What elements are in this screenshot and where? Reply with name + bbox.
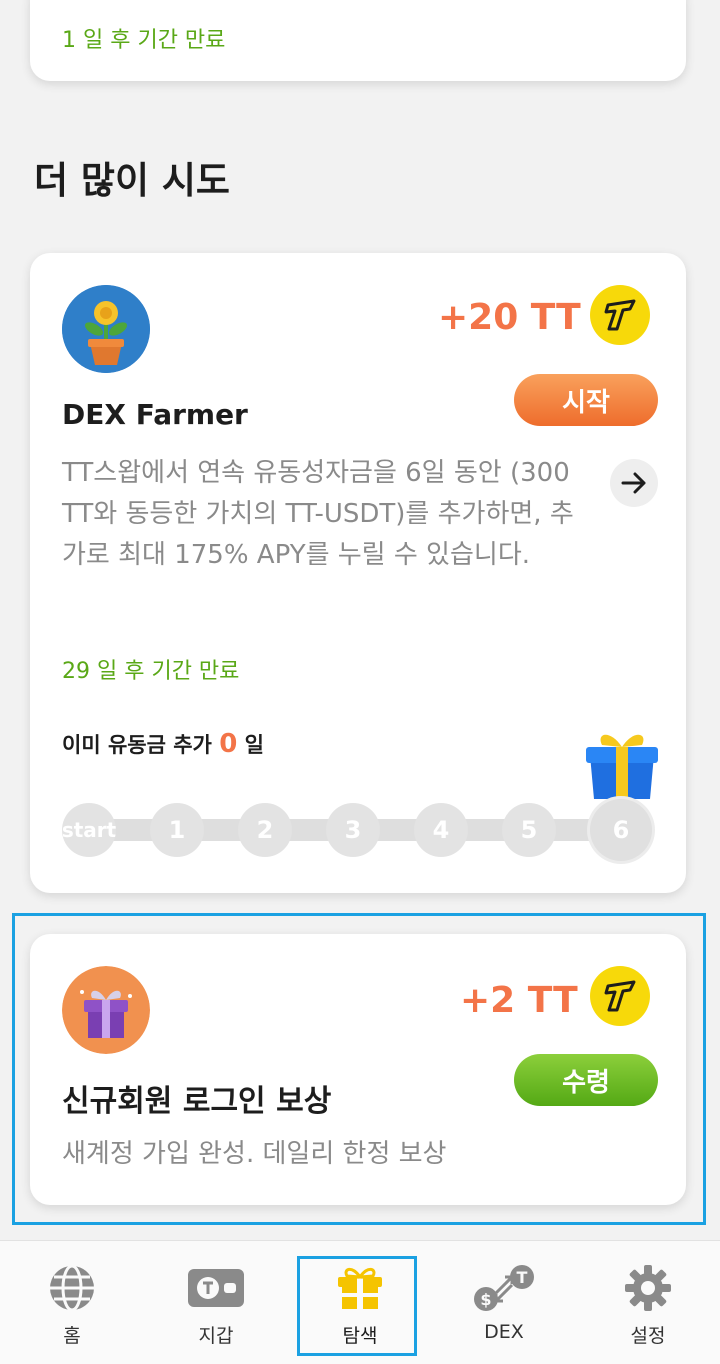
tt-coin-icon xyxy=(590,966,650,1026)
purple-gift-icon xyxy=(62,966,150,1054)
start-button[interactable]: 시작 xyxy=(514,374,658,426)
nav-label: DEX xyxy=(484,1321,524,1343)
section-title: 더 많이 시도 xyxy=(34,159,230,202)
progress-step: 1 xyxy=(150,803,204,857)
card-description: 새계정 가입 완성. 데일리 한정 보상 xyxy=(62,1139,447,1169)
wallet-icon xyxy=(186,1263,246,1313)
progress-count: 0 xyxy=(219,729,238,759)
progress-step: 4 xyxy=(414,803,468,857)
expiry-text: 1 일 후 기간 만료 xyxy=(62,28,226,53)
progress-prefix: 이미 유동금 추가 xyxy=(62,733,212,757)
top-task-card: 1 일 후 기간 만료 xyxy=(30,0,686,81)
nav-item-settings[interactable]: 설정 xyxy=(576,1241,720,1364)
progress-step: start xyxy=(62,803,116,857)
gear-icon xyxy=(623,1263,673,1313)
nav-label: 홈 xyxy=(63,1325,81,1347)
globe-icon xyxy=(47,1263,97,1313)
svg-text:$: $ xyxy=(480,1290,491,1309)
card-title: 신규회원 로그인 보상 xyxy=(62,1084,332,1119)
card-title: DEX Farmer xyxy=(62,398,248,431)
claim-button[interactable]: 수령 xyxy=(514,1054,658,1106)
svg-text:T: T xyxy=(517,1268,528,1287)
nav-label: 지갑 xyxy=(198,1325,234,1347)
progress-step: 2 xyxy=(238,803,292,857)
exchange-icon: $ T xyxy=(472,1263,536,1313)
nav-label: 설정 xyxy=(630,1325,666,1347)
reward-amount: +20 TT xyxy=(438,297,581,338)
active-tab-highlight xyxy=(297,1256,417,1356)
tt-coin-icon xyxy=(590,285,650,345)
login-reward-card: +2 TT 신규회원 로그인 보상 수령 새계정 가입 완성. 데일리 한정 보… xyxy=(30,934,686,1205)
progress-step: 5 xyxy=(502,803,556,857)
progress-suffix: 일 xyxy=(244,733,264,757)
arrow-right-icon[interactable] xyxy=(610,459,658,507)
gift-box-icon xyxy=(580,721,664,805)
progress-label: 이미 유동금 추가 0 일 xyxy=(62,729,264,759)
reward-amount: +2 TT xyxy=(460,980,578,1021)
plant-pot-icon xyxy=(62,285,150,373)
progress-step: 6 xyxy=(590,799,652,861)
nav-item-dex[interactable]: $ T DEX xyxy=(432,1241,576,1364)
dex-farmer-card: +20 TT DEX Farmer 시작 TT스왑에서 연속 유동성자금을 6일… xyxy=(30,253,686,893)
progress-step: 3 xyxy=(326,803,380,857)
expiry-text: 29 일 후 기간 만료 xyxy=(62,659,240,684)
nav-item-home[interactable]: 홈 xyxy=(0,1241,144,1364)
nav-item-wallet[interactable]: 지갑 xyxy=(144,1241,288,1364)
card-description: TT스왑에서 연속 유동성자금을 6일 동안 (300 TT와 동등한 가치의 … xyxy=(62,458,574,570)
